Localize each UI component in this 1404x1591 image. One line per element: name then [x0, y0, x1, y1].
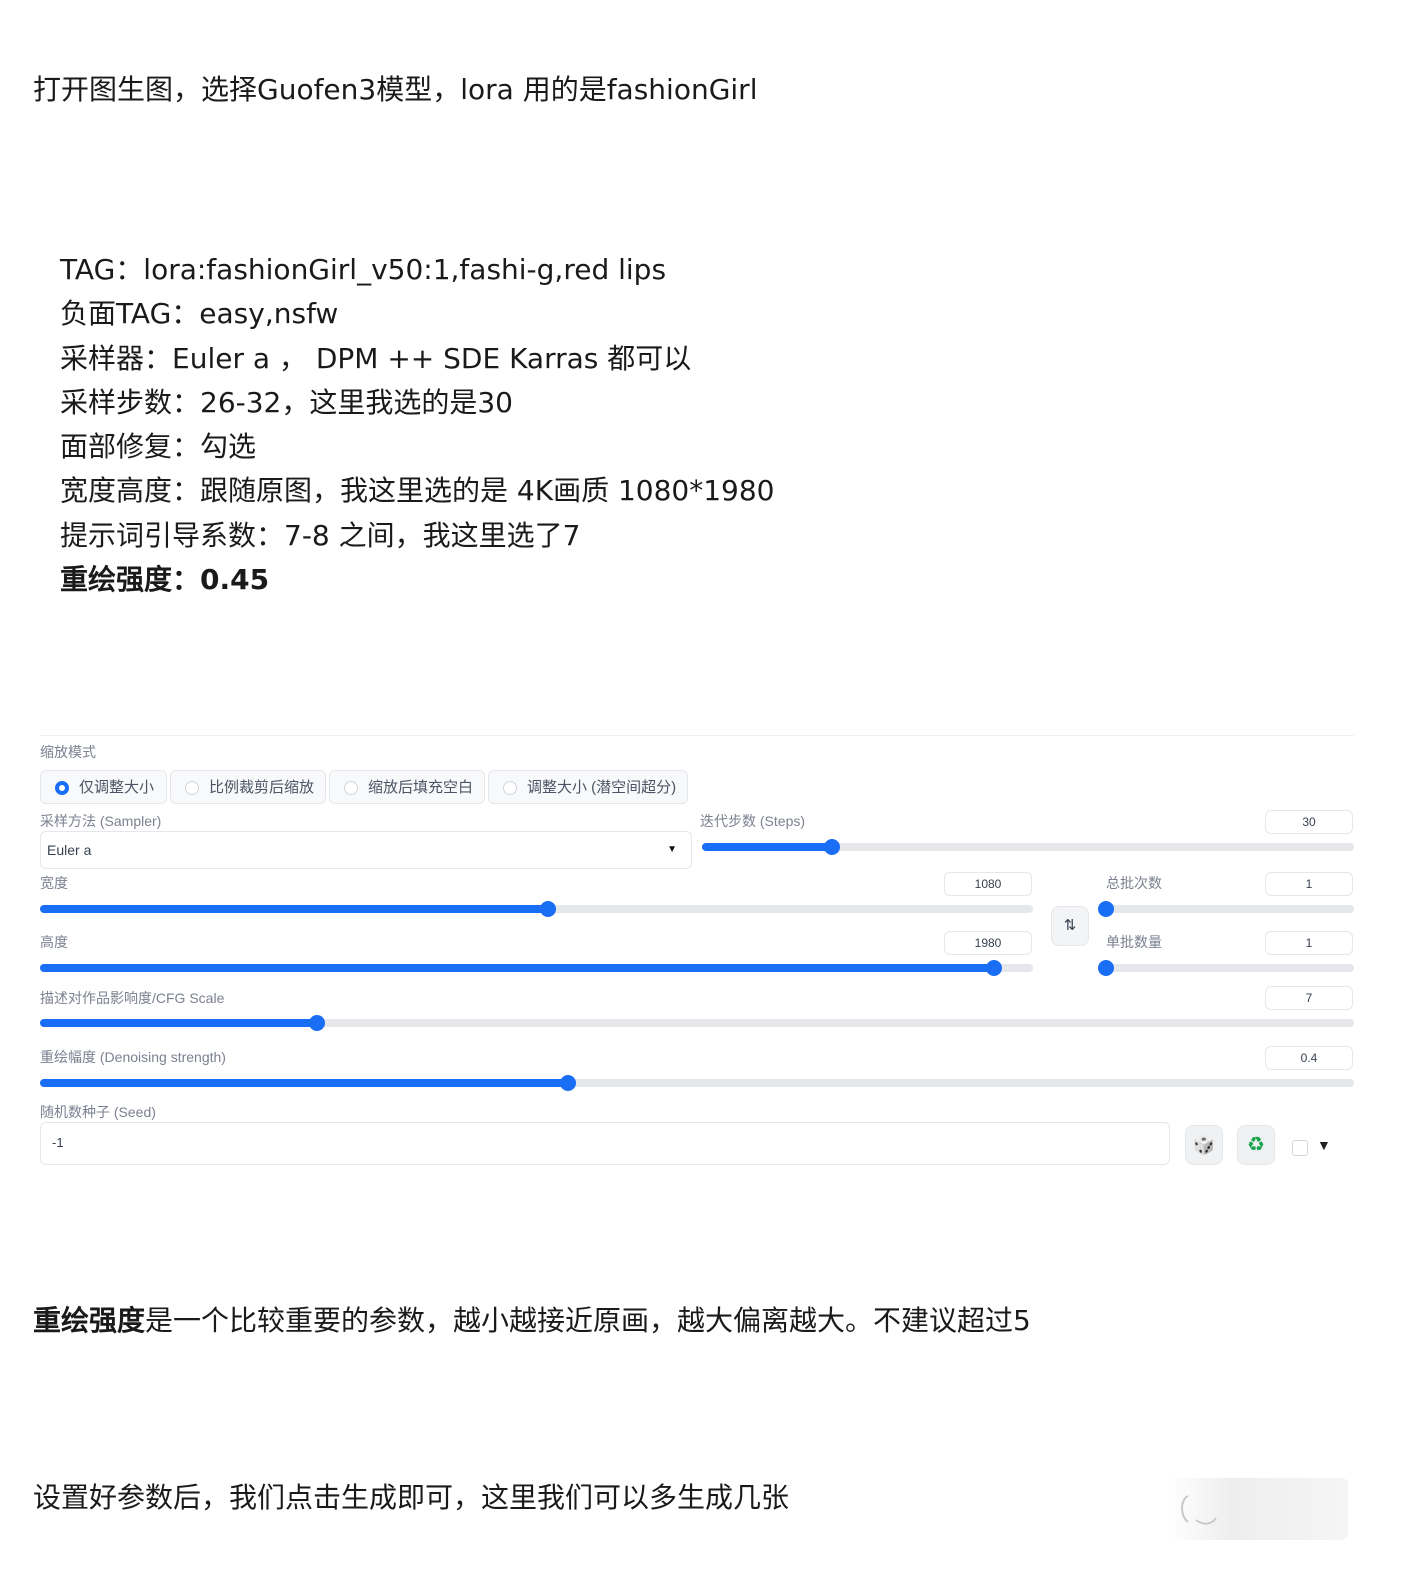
- sampler-value: Euler a: [47, 842, 92, 858]
- batch-count-slider[interactable]: [1098, 901, 1354, 917]
- slider-fill: [40, 964, 995, 972]
- resize-mode-label: 缩放模式: [40, 744, 96, 760]
- slider-fill: [40, 1079, 569, 1087]
- seed-label: 随机数种子 (Seed): [40, 1104, 156, 1120]
- height-label: 高度: [40, 934, 68, 950]
- sampler-select[interactable]: Euler a ▼: [40, 831, 692, 869]
- radio-resize-and-fill[interactable]: 缩放后填充空白: [329, 770, 485, 804]
- tag-list: TAG：lora:fashionGirl_v50:1,fashi-g,red l…: [60, 248, 775, 602]
- radio-dot: [344, 781, 358, 795]
- seed-input[interactable]: -1: [40, 1122, 1170, 1165]
- dice-icon: 🎲: [1192, 1135, 1216, 1155]
- slider-thumb[interactable]: [309, 1015, 326, 1031]
- cfg-slider[interactable]: [40, 1015, 1354, 1031]
- width-input[interactable]: 1080: [944, 872, 1032, 896]
- batch-size-slider[interactable]: [1098, 960, 1354, 976]
- batch-count-label: 总批次数: [1106, 875, 1162, 891]
- steps-label: 迭代步数 (Steps): [700, 813, 806, 829]
- size-line: 宽度高度：跟随原图，我这里选的是 4K画质 1080*1980: [60, 474, 775, 508]
- steps-line: 采样步数：26-32，这里我选的是30: [60, 385, 513, 419]
- slider-thumb[interactable]: [824, 839, 841, 855]
- slider-thumb[interactable]: [540, 901, 557, 917]
- radio-label: 比例裁剪后缩放: [209, 779, 315, 796]
- slider-thumb[interactable]: [1098, 960, 1114, 976]
- height-input[interactable]: 1980: [944, 931, 1032, 955]
- radio-crop-and-resize[interactable]: 比例裁剪后缩放: [170, 770, 326, 804]
- chevron-down-icon: ▼: [667, 844, 677, 855]
- img2img-settings-panel: 缩放模式 仅调整大小 比例裁剪后缩放 缩放后填充空白 调整大小 (潜空间超分) …: [40, 735, 1354, 1176]
- sampler-line: 采样器：Euler a ， DPM ++ SDE Karras 都可以: [60, 341, 692, 375]
- slider-fill: [40, 905, 549, 913]
- radio-label: 仅调整大小: [79, 779, 155, 796]
- denoise-note: 重绘强度是一个比较重要的参数，越小越接近原画，越大偏离越大。不建议超过5: [33, 1300, 1031, 1342]
- slider-thumb[interactable]: [986, 960, 1003, 976]
- radio-label: 调整大小 (潜空间超分): [527, 779, 677, 796]
- extra-seed-checkbox[interactable]: [1292, 1140, 1308, 1156]
- batch-size-input[interactable]: 1: [1265, 931, 1353, 955]
- steps-input[interactable]: 30: [1265, 810, 1353, 834]
- radio-latent-upscale[interactable]: 调整大小 (潜空间超分): [488, 770, 688, 804]
- dropdown-arrow-icon[interactable]: ▼: [1317, 1137, 1331, 1153]
- width-label: 宽度: [40, 875, 68, 891]
- cfg-input[interactable]: 7: [1265, 986, 1353, 1010]
- final-text: 设置好参数后，我们点击生成即可，这里我们可以多生成几张: [33, 1481, 790, 1514]
- face-restore-line: 面部修复：勾选: [60, 430, 257, 464]
- cfg-line: 提示词引导系数：7-8 之间，我这里选了7: [60, 518, 581, 552]
- watermark-logo-icon: [1181, 1495, 1217, 1525]
- radio-just-resize[interactable]: 仅调整大小: [40, 770, 167, 804]
- slider-thumb[interactable]: [1098, 901, 1114, 917]
- width-slider[interactable]: [40, 901, 1033, 917]
- random-seed-button[interactable]: 🎲: [1185, 1125, 1223, 1165]
- tag-line: TAG：lora:fashionGirl_v50:1,fashi-g,red l…: [60, 253, 667, 286]
- swap-vertical-icon: ⇅: [1063, 917, 1077, 934]
- swap-dimensions-button[interactable]: ⇅: [1051, 906, 1089, 946]
- denoise-label: 重绘幅度 (Denoising strength): [40, 1049, 226, 1065]
- radio-dot: [185, 781, 199, 795]
- steps-slider[interactable]: [702, 839, 1354, 855]
- recycle-icon: ♻: [1247, 1134, 1265, 1156]
- denoise-line: 重绘强度：0.45: [60, 563, 270, 597]
- radio-dot: [55, 781, 69, 795]
- radio-dot: [503, 781, 517, 795]
- denoise-slider[interactable]: [40, 1075, 1354, 1091]
- radio-label: 缩放后填充空白: [368, 779, 474, 796]
- cfg-label: 描述对作品影响度/CFG Scale: [40, 990, 225, 1006]
- intro-text: 打开图生图，选择Guofen3模型，lora 用的是fashionGirl: [33, 73, 758, 106]
- slider-fill: [40, 1019, 318, 1027]
- slider-fill: [702, 843, 833, 851]
- denoise-input[interactable]: 0.4: [1265, 1046, 1353, 1070]
- negative-tag-line: 负面TAG：easy,nsfw: [60, 297, 339, 331]
- slider-thumb[interactable]: [560, 1075, 577, 1091]
- sampler-label: 采样方法 (Sampler): [40, 813, 162, 829]
- note-bold: 重绘强度: [33, 1304, 146, 1337]
- batch-count-input[interactable]: 1: [1265, 872, 1353, 896]
- batch-size-label: 单批数量: [1106, 934, 1162, 950]
- reuse-seed-button[interactable]: ♻: [1237, 1125, 1275, 1165]
- note-rest: 是一个比较重要的参数，越小越接近原画，越大偏离越大。不建议超过5: [145, 1304, 1031, 1337]
- height-slider[interactable]: [40, 960, 1033, 976]
